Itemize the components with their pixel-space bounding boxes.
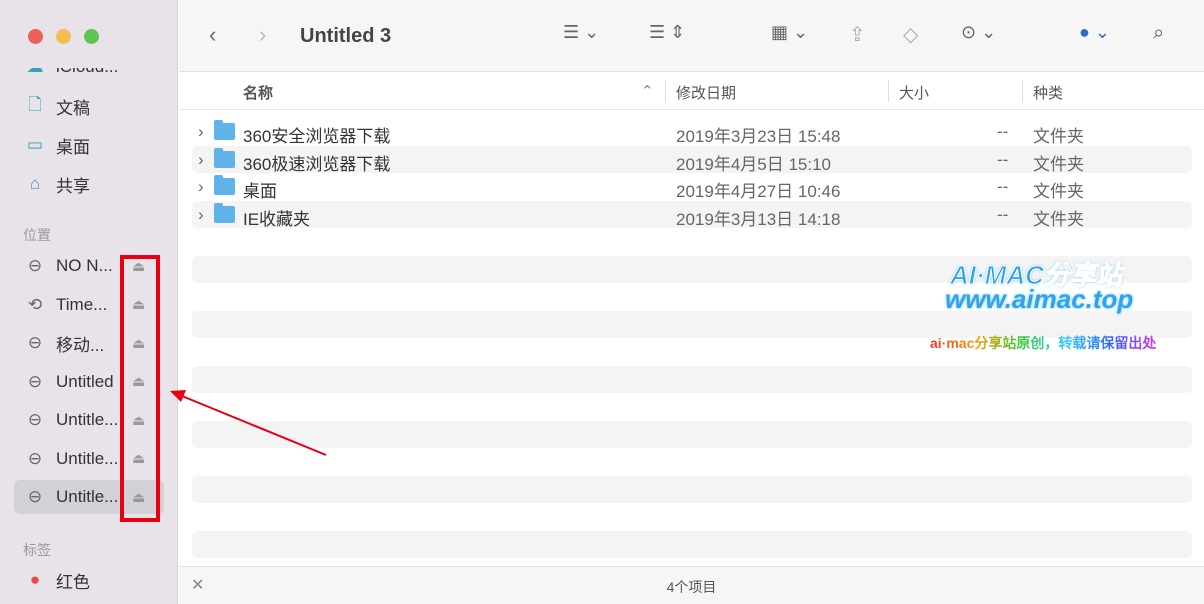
annotation-arrow <box>170 390 327 456</box>
